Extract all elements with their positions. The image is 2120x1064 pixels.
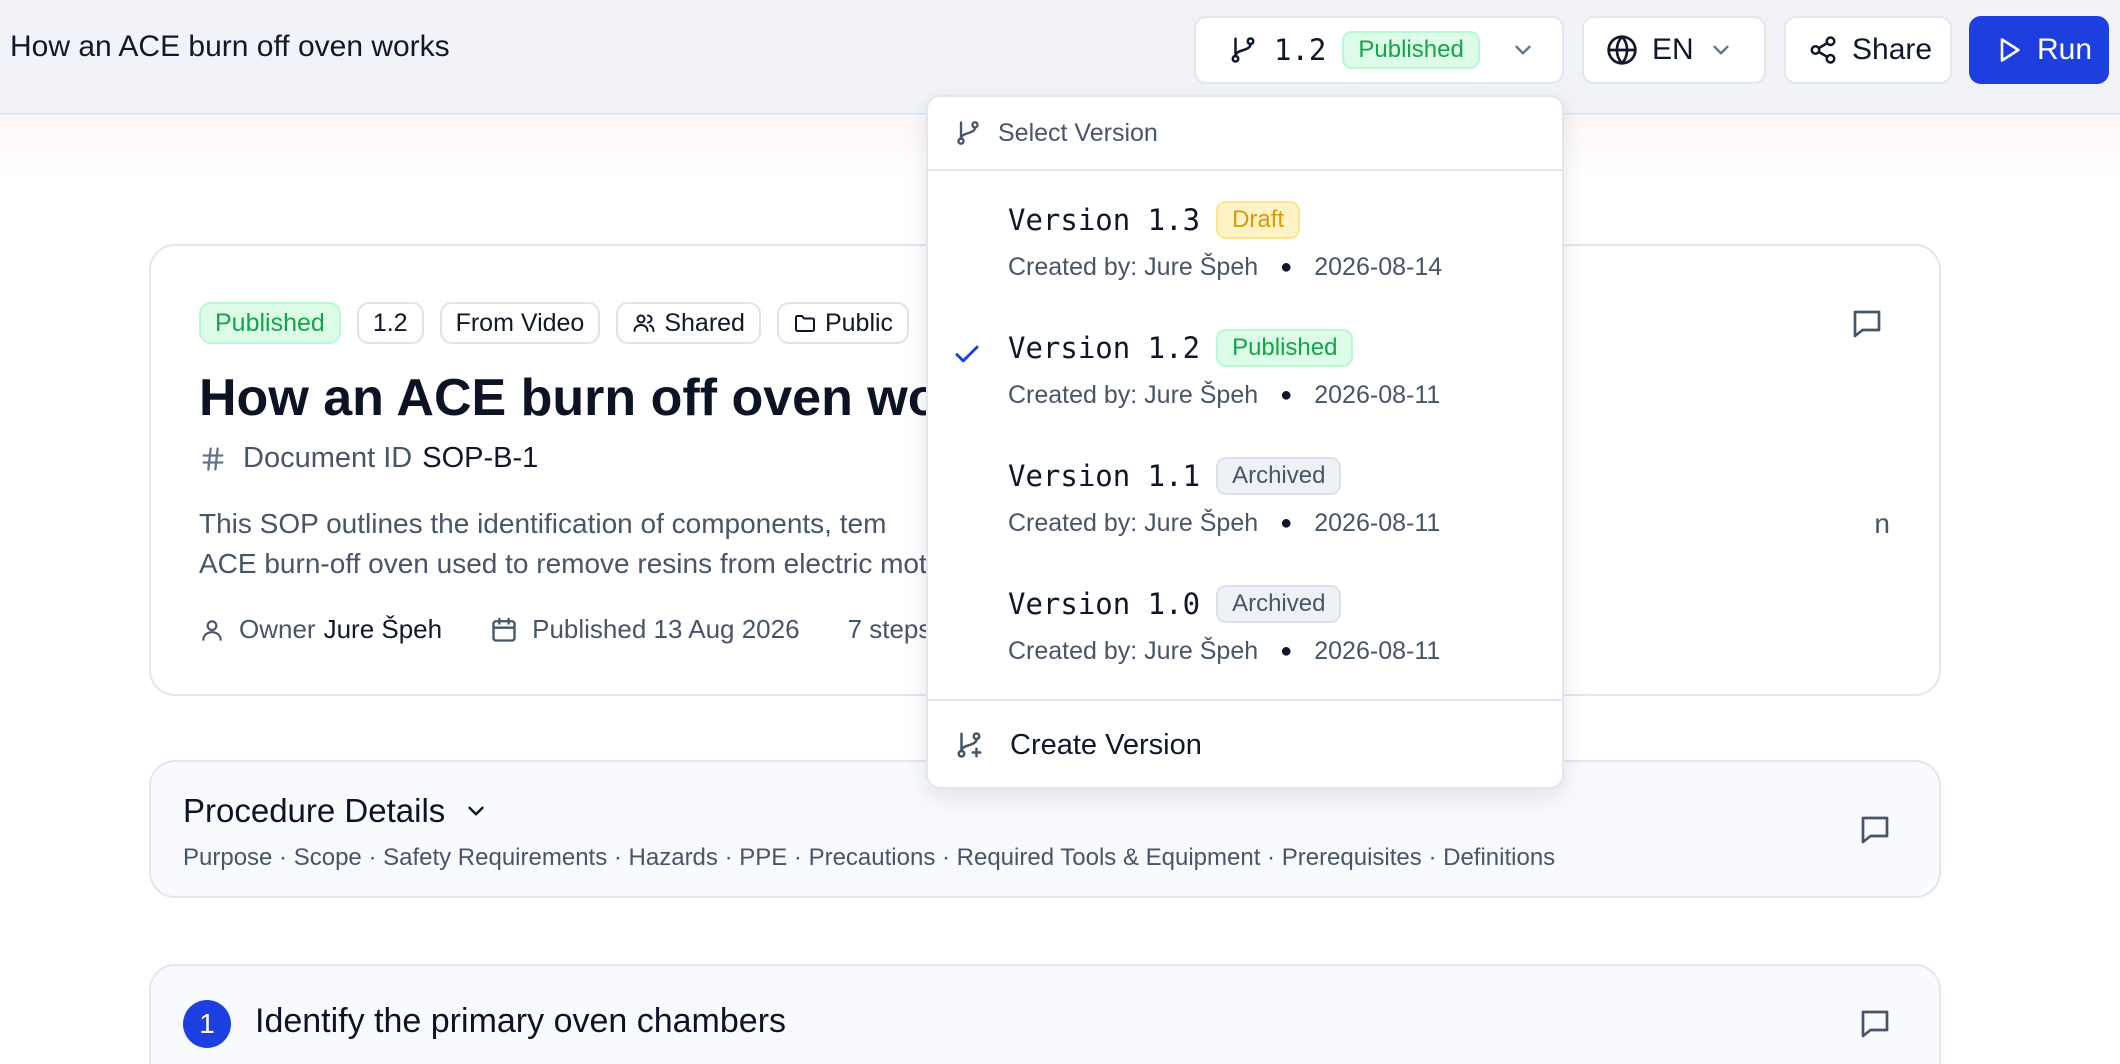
version-option-date: 2026-08-11 xyxy=(1314,637,1441,665)
share-label: Share xyxy=(1852,33,1933,66)
procedure-sections-list: Purpose · Scope · Safety Requirements · … xyxy=(183,844,1556,871)
steps-label: 7 steps xyxy=(847,614,932,644)
version-option-status: Draft xyxy=(1216,201,1301,239)
steps-count: 7 steps xyxy=(848,614,932,645)
chevron-down-icon xyxy=(1712,45,1729,55)
create-version-button[interactable]: Create Version xyxy=(928,699,1562,789)
check-icon xyxy=(955,345,979,363)
version-number: 1.2 xyxy=(1274,33,1327,67)
comment-icon[interactable] xyxy=(1857,812,1893,848)
chevron-down-icon xyxy=(468,806,484,816)
version-option-name: Version 1.2 xyxy=(1008,331,1201,365)
version-dropdown-menu: Select Version Version 1.3 Draft Created… xyxy=(926,95,1564,789)
calendar-icon xyxy=(492,617,516,642)
document-id-value: SOP-B-1 xyxy=(422,442,539,474)
version-option-author: Created by: Jure Špeh xyxy=(1008,509,1259,537)
version-option-date: 2026-08-11 xyxy=(1314,381,1441,409)
version-option-1-2[interactable]: Version 1.2 Published Created by: Jure Š… xyxy=(928,301,1562,429)
language-label: EN xyxy=(1652,33,1694,66)
users-icon xyxy=(633,314,655,332)
version-option-author: Created by: Jure Špeh xyxy=(1008,253,1259,281)
run-label: Run xyxy=(2037,33,2093,66)
source-chip: From Video xyxy=(439,302,601,344)
step-card[interactable]: 1 Identify the primary oven chambers xyxy=(149,964,1941,1064)
visibility-chip-label: Public xyxy=(824,308,894,337)
version-option-name: Version 1.3 xyxy=(1008,203,1201,237)
document-meta: Owner Jure Špeh Published 13 Aug 2026 7 … xyxy=(199,614,979,645)
sharing-chip: Shared xyxy=(616,302,761,344)
globe-icon xyxy=(1607,35,1637,65)
procedure-details-header[interactable]: Procedure Details xyxy=(183,792,489,830)
git-branch-icon xyxy=(1231,37,1255,63)
version-option-author: Created by: Jure Špeh xyxy=(1008,637,1259,665)
version-option-name: Version 1.0 xyxy=(1008,587,1201,621)
share-button[interactable]: Share xyxy=(1784,16,1952,84)
version-option-date: 2026-08-14 xyxy=(1314,253,1443,281)
user-icon xyxy=(202,619,222,641)
document-id: Document ID SOP-B-1 xyxy=(199,442,538,475)
sharing-chip-label: Shared xyxy=(664,308,745,337)
version-option-date: 2026-08-11 xyxy=(1314,509,1441,537)
step-title: Identify the primary oven chambers xyxy=(255,1002,787,1040)
git-branch-icon xyxy=(957,121,979,145)
owner-name: Jure Špeh xyxy=(323,614,443,644)
create-version-label: Create Version xyxy=(1010,728,1202,761)
published-info: Published 13 Aug 2026 xyxy=(490,614,800,645)
play-icon xyxy=(2000,38,2020,62)
header-document-title: How an ACE burn off oven works xyxy=(10,30,450,63)
version-option-1-3[interactable]: Version 1.3 Draft Created by: Jure Špeh … xyxy=(928,173,1562,301)
run-button[interactable]: Run xyxy=(1969,16,2109,84)
version-selector-button[interactable]: 1.2 Published xyxy=(1194,16,1564,84)
version-chip: 1.2 xyxy=(356,302,424,344)
chevron-down-icon xyxy=(1515,45,1531,55)
status-chip: Published xyxy=(199,302,341,344)
version-option-status: Published xyxy=(1216,329,1354,367)
hash-icon xyxy=(202,446,224,471)
document-chips: Published 1.2 From Video Shared Public xyxy=(199,302,910,344)
share-icon xyxy=(1810,36,1836,64)
version-option-author: Created by: Jure Špeh xyxy=(1008,381,1259,409)
version-option-status: Archived xyxy=(1216,585,1342,623)
version-dropdown-header: Select Version xyxy=(928,97,1562,171)
document-id-label: Document ID xyxy=(243,442,413,474)
comment-icon[interactable] xyxy=(1857,1006,1893,1042)
visibility-chip: Public xyxy=(776,302,910,344)
owner-label: Owner xyxy=(239,614,316,644)
git-branch-plus-icon xyxy=(957,732,982,758)
version-option-status: Archived xyxy=(1216,457,1342,495)
owner-info: Owner Jure Špeh xyxy=(199,614,442,645)
version-option-1-0[interactable]: Version 1.0 Archived Created by: Jure Šp… xyxy=(928,557,1562,685)
version-dropdown-heading: Select Version xyxy=(998,118,1158,147)
published-label: Published 13 Aug 2026 xyxy=(532,614,800,644)
procedure-details-title: Procedure Details xyxy=(183,792,446,829)
step-number: 1 xyxy=(183,1000,231,1048)
version-status-badge: Published xyxy=(1342,31,1480,69)
version-option-name: Version 1.1 xyxy=(1008,459,1201,493)
comment-icon[interactable] xyxy=(1849,306,1885,342)
document-title: How an ACE burn off oven works xyxy=(199,369,1018,427)
language-selector-button[interactable]: EN xyxy=(1582,16,1766,84)
folder-icon xyxy=(794,315,815,332)
version-option-1-1[interactable]: Version 1.1 Archived Created by: Jure Šp… xyxy=(928,429,1562,557)
